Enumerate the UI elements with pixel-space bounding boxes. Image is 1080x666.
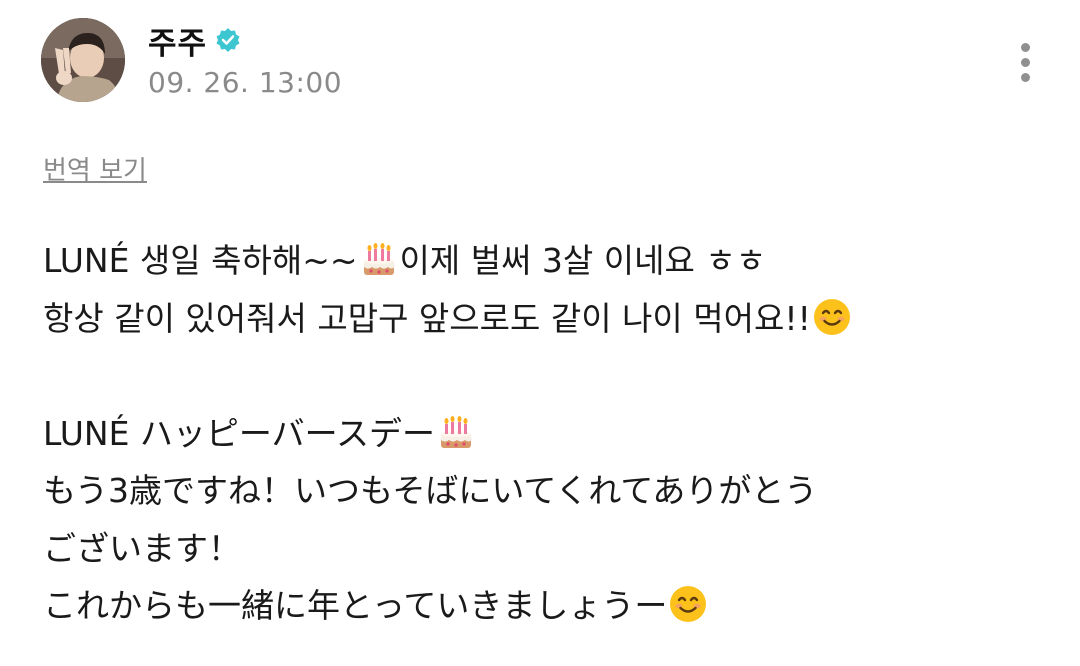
post-text-line: これからも一緒に年とっていきましょうー: [43, 577, 1043, 635]
post-text-line: もう3歳ですね！いつもそばにいてくれてありがとう: [43, 462, 1043, 520]
birthday-cake-icon: [359, 239, 399, 279]
more-vertical-icon-dot: [1020, 57, 1030, 67]
author-avatar[interactable]: [41, 18, 125, 102]
author-row: 주주: [148, 18, 241, 63]
avatar-photo: [41, 18, 125, 102]
verified-badge-icon: [216, 28, 240, 52]
post-text-segment: もう3歳ですね！いつもそばにいてくれてありがとう: [43, 471, 818, 510]
post-text-line: LUNÉ 생일 축하해~~ 이제 벌써 3살 이네요 ㅎㅎ: [43, 232, 1043, 290]
author-name[interactable]: 주주: [148, 18, 207, 63]
smiling-face-icon: [668, 584, 708, 624]
translate-link[interactable]: 번역 보기: [43, 150, 147, 187]
post-body: LUNÉ 생일 축하해~~ 이제 벌써 3살 이네요 ㅎㅎ 항상 같이 있어줘서 …: [43, 232, 1043, 635]
post-text-segment: LUNÉ ハッピーバースデー: [43, 413, 435, 453]
post-text-segment: ございます！: [43, 528, 241, 568]
post-text-line: ございます！: [43, 520, 1043, 578]
more-vertical-icon: [1020, 42, 1030, 52]
post-text-segment: 항상 같이 있어줘서 고맙구 앞으로도 같이 나이 먹어요!!: [43, 298, 811, 338]
more-options-button[interactable]: [1005, 38, 1045, 86]
post-text-segment: 이제 벌써 3살 이네요 ㅎㅎ: [399, 241, 767, 280]
post-timestamp: 09. 26. 13:00: [148, 66, 343, 99]
more-vertical-icon-dot: [1020, 72, 1030, 82]
birthday-cake-icon: [436, 412, 476, 452]
smiling-face-icon: [812, 297, 852, 337]
post-text-line: 항상 같이 있어줘서 고맙구 앞으로도 같이 나이 먹어요!!: [43, 290, 1043, 348]
post-text-segment: これからも一緒に年とっていきましょうー: [43, 586, 668, 625]
post-text-segment: LUNÉ 생일 축하해~~: [43, 241, 358, 280]
post-text-line: LUNÉ ハッピーバースデー: [43, 405, 1043, 463]
